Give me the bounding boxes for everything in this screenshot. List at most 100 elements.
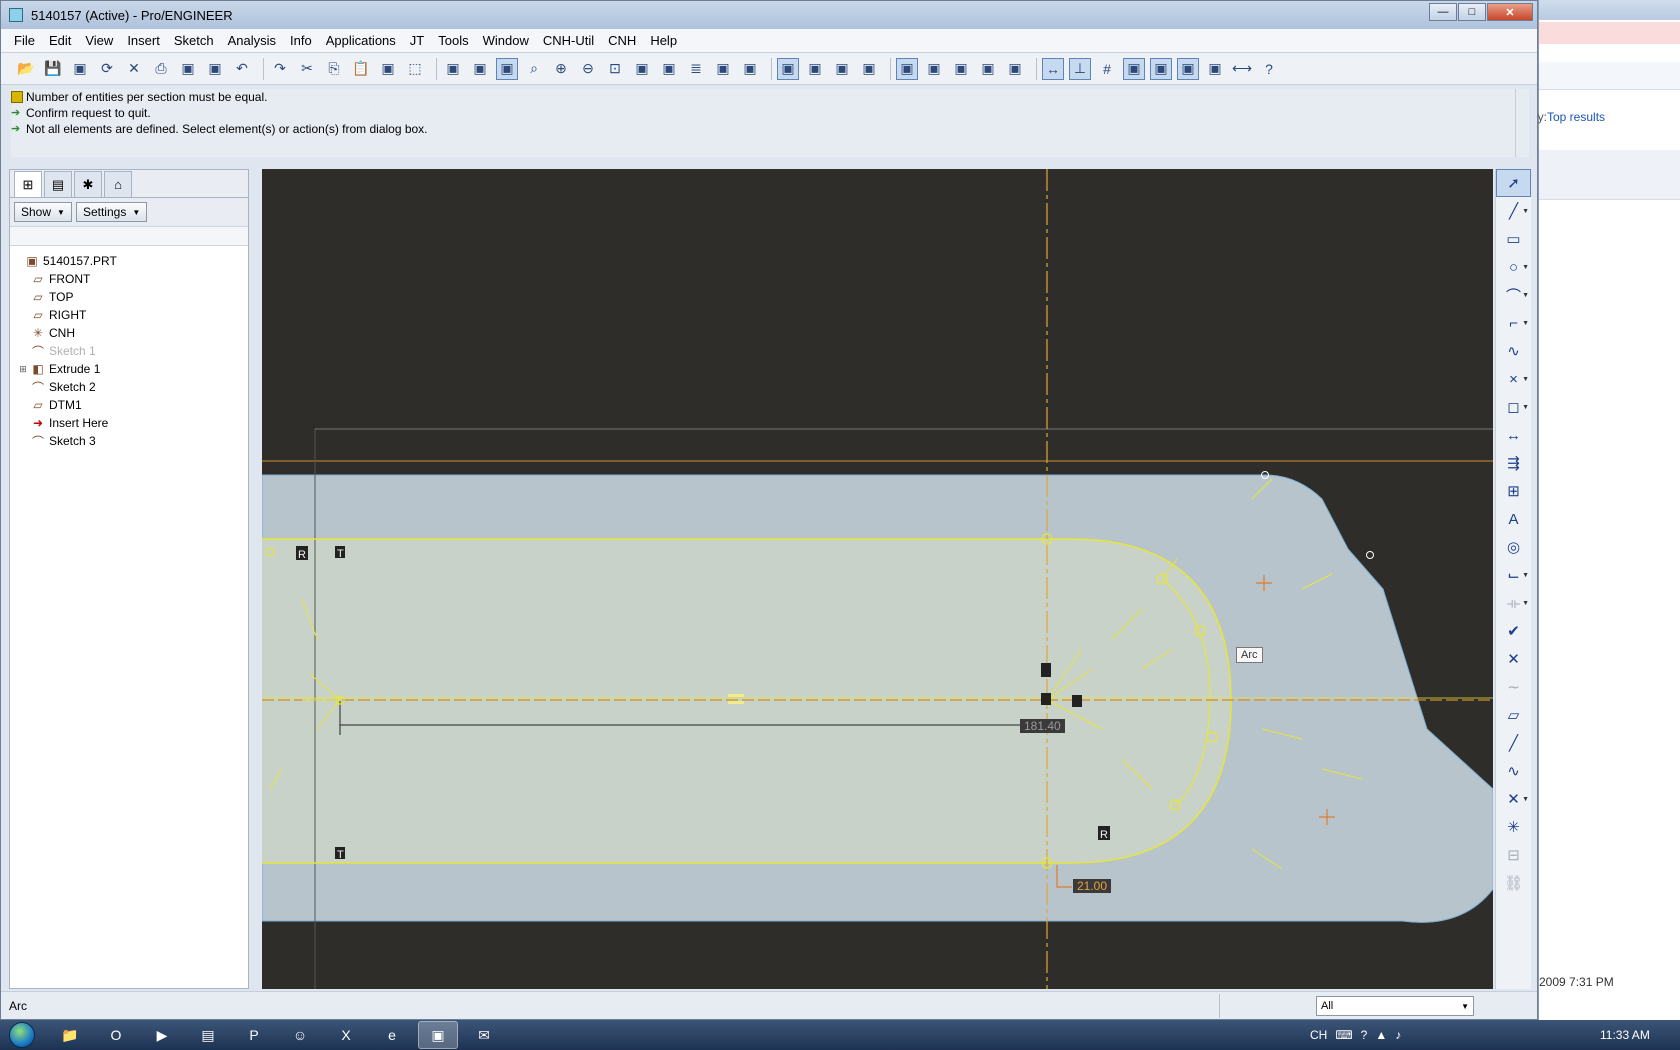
- menu-cnh[interactable]: CNH: [601, 33, 643, 48]
- annotations-icon[interactable]: ▣: [1004, 58, 1026, 80]
- tree-item-top[interactable]: ▱ TOP: [10, 288, 248, 306]
- explorer-icon[interactable]: 📁: [50, 1021, 90, 1049]
- quit-x-icon[interactable]: ✕: [1496, 645, 1531, 673]
- toggle-icon[interactable]: ▣: [1204, 58, 1226, 80]
- chevron-down-icon[interactable]: ▼: [1522, 320, 1529, 327]
- thicken-icon[interactable]: ▱: [1496, 701, 1531, 729]
- chevron-down-icon[interactable]: ▼: [1522, 572, 1529, 579]
- refit-icon[interactable]: ⊡: [604, 58, 626, 80]
- maximize-button[interactable]: □: [1458, 3, 1486, 21]
- sketcher-display-icon[interactable]: ▣: [1150, 57, 1172, 80]
- context-help-icon[interactable]: ?: [1258, 58, 1280, 80]
- snap-icon[interactable]: ▣: [496, 57, 518, 80]
- line-icon[interactable]: ╱ ▼: [1496, 197, 1531, 225]
- shaded-icon[interactable]: ▣: [777, 57, 799, 80]
- keyboard-icon[interactable]: ⌨: [1335, 1028, 1352, 1042]
- line-tangent-icon[interactable]: ╱: [1496, 729, 1531, 757]
- tree-item-5140157-prt[interactable]: ▣ 5140157.PRT: [10, 252, 248, 270]
- graphics-viewport[interactable]: R T T R Arc 181.40 21.00: [262, 169, 1493, 989]
- modify-icon[interactable]: ⇶: [1496, 449, 1531, 477]
- spline-icon[interactable]: ∿: [1496, 337, 1531, 365]
- zoom-in-icon[interactable]: ⊕: [550, 58, 572, 80]
- hidden-line-icon[interactable]: ▣: [804, 58, 826, 80]
- datum-points-icon[interactable]: ▣: [950, 58, 972, 80]
- menu-info[interactable]: Info: [283, 33, 319, 48]
- email-icon[interactable]: ▣: [204, 58, 226, 80]
- tree-item-insert-here[interactable]: ➜ Insert Here: [10, 414, 248, 432]
- menu-help[interactable]: Help: [643, 33, 684, 48]
- datum-axes-icon[interactable]: ▣: [923, 58, 945, 80]
- menu-edit[interactable]: Edit: [42, 33, 78, 48]
- chain-icon[interactable]: ⛓: [1496, 869, 1531, 897]
- constrain-icon[interactable]: ⊞: [1496, 477, 1531, 505]
- menu-jt[interactable]: JT: [403, 33, 431, 48]
- chevron-down-icon[interactable]: ▼: [1522, 292, 1529, 299]
- layers-icon[interactable]: ≣: [685, 58, 707, 80]
- sketch-canvas[interactable]: R T T R: [262, 169, 1493, 989]
- show-dropdown[interactable]: Show ▼: [14, 202, 72, 222]
- fillet-icon[interactable]: ⌐ ▼: [1496, 309, 1531, 337]
- saved-views-icon[interactable]: ▣: [658, 58, 680, 80]
- mirror-icon[interactable]: ⟛ ▼: [1496, 589, 1531, 617]
- constraints-icon[interactable]: ⊥: [1069, 57, 1091, 80]
- measure-icon[interactable]: ⟷: [1231, 58, 1253, 80]
- paste-icon[interactable]: 📋: [350, 58, 372, 80]
- datum-planes-icon[interactable]: ▣: [896, 57, 918, 80]
- favorites-tab[interactable]: ✱: [74, 171, 102, 197]
- grid-icon[interactable]: #: [1096, 58, 1118, 80]
- rectangle-icon[interactable]: ▭: [1496, 225, 1531, 253]
- filter-select[interactable]: All ▼: [1316, 996, 1474, 1016]
- start-button[interactable]: [0, 1020, 44, 1050]
- chevron-down-icon[interactable]: ▼: [1522, 796, 1529, 803]
- folder-browser-tab[interactable]: ▤: [44, 171, 72, 197]
- text-icon[interactable]: A: [1496, 505, 1531, 533]
- dimension-horizontal[interactable]: 181.40: [1020, 719, 1065, 733]
- menu-window[interactable]: Window: [476, 33, 536, 48]
- offset-icon[interactable]: ∼: [1496, 673, 1531, 701]
- undo-icon[interactable]: ↶: [231, 58, 253, 80]
- menu-file[interactable]: File: [7, 33, 42, 48]
- paste-special-icon[interactable]: ▣: [377, 58, 399, 80]
- notepad-icon[interactable]: ▤: [188, 1021, 228, 1049]
- expand-icon[interactable]: ⊞: [16, 364, 30, 375]
- ruler-icon[interactable]: ⊟: [1496, 841, 1531, 869]
- copy-icon[interactable]: ⎘: [323, 58, 345, 80]
- use-edge-icon[interactable]: ◻ ▼: [1496, 393, 1531, 421]
- dimension-icon[interactable]: ↔: [1496, 421, 1531, 449]
- chevron-down-icon[interactable]: ▼: [1522, 264, 1529, 271]
- spin-center-icon[interactable]: ▣: [739, 58, 761, 80]
- volume-icon[interactable]: ♪: [1395, 1028, 1401, 1042]
- intent-icon[interactable]: ▣: [1177, 57, 1199, 80]
- save-dropdown-icon[interactable]: ▣: [69, 58, 91, 80]
- mail-icon[interactable]: ✉: [464, 1021, 504, 1049]
- cut-icon[interactable]: ✂: [296, 58, 318, 80]
- tree-item-sketch-3[interactable]: ⌒ Sketch 3: [10, 432, 248, 450]
- title-bar[interactable]: 5140157 (Active) - Pro/ENGINEER — □ ✕: [1, 1, 1537, 29]
- chevron-down-icon[interactable]: ▼: [1522, 404, 1529, 411]
- view-manager-icon[interactable]: ▣: [712, 58, 734, 80]
- tree-item-extrude-1[interactable]: ⊞ ◧ Extrude 1: [10, 360, 248, 378]
- minimize-button[interactable]: —: [1429, 3, 1457, 21]
- arc-icon[interactable]: ⌒ ▼: [1496, 281, 1531, 309]
- menu-analysis[interactable]: Analysis: [221, 33, 283, 48]
- tree-item-sketch-2[interactable]: ⌒ Sketch 2: [10, 378, 248, 396]
- messenger-icon[interactable]: ☺: [280, 1021, 320, 1049]
- chevron-down-icon[interactable]: ▼: [1522, 600, 1529, 607]
- trim-icon[interactable]: ⌙ ▼: [1496, 561, 1531, 589]
- sketch-orient-icon[interactable]: ▣: [469, 58, 491, 80]
- chevron-down-icon[interactable]: ▼: [1522, 376, 1529, 383]
- media-icon[interactable]: ▶: [142, 1021, 182, 1049]
- outlook-icon[interactable]: O: [96, 1021, 136, 1049]
- chevron-down-icon[interactable]: ▼: [1522, 208, 1529, 215]
- close-button[interactable]: ✕: [1487, 3, 1533, 21]
- connections-tab[interactable]: ⌂: [104, 171, 132, 197]
- model-tree-tab[interactable]: ⊞: [14, 171, 42, 197]
- no-hidden-icon[interactable]: ▣: [831, 58, 853, 80]
- menu-tools[interactable]: Tools: [431, 33, 475, 48]
- menu-view[interactable]: View: [78, 33, 120, 48]
- open-icon[interactable]: 📂: [15, 58, 37, 80]
- tree-item-right[interactable]: ▱ RIGHT: [10, 306, 248, 324]
- point-icon[interactable]: × ▼: [1496, 365, 1531, 393]
- tree-item-cnh[interactable]: ✳ CNH: [10, 324, 248, 342]
- ie-icon[interactable]: e: [372, 1021, 412, 1049]
